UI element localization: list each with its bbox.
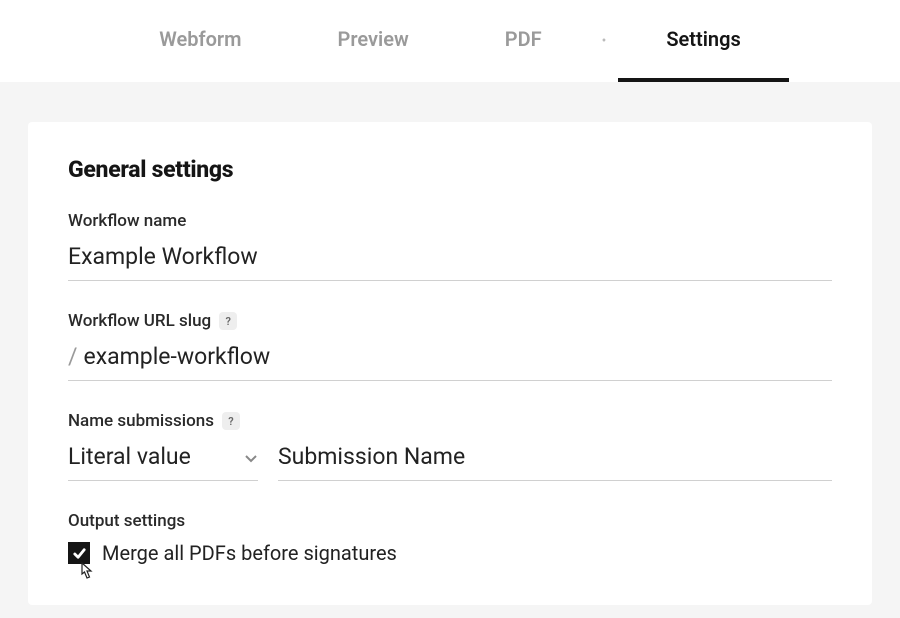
output-settings-title: Output settings — [68, 511, 832, 531]
output-settings: Output settings Merge all PDFs before si… — [68, 511, 832, 565]
workflow-slug-row: / — [68, 337, 832, 381]
workflow-name-field: Workflow name — [68, 211, 832, 281]
tab-preview[interactable]: Preview — [290, 0, 457, 82]
tab-separator: • — [590, 0, 619, 82]
workflow-name-label: Workflow name — [68, 211, 832, 231]
merge-pdfs-label: Merge all PDFs before signatures — [102, 541, 397, 565]
submission-name-input[interactable] — [278, 437, 832, 481]
name-submissions-label-text: Name submissions — [68, 411, 214, 431]
pointer-cursor-icon — [76, 561, 96, 587]
tab-pdf[interactable]: PDF — [457, 0, 590, 82]
workflow-slug-field: Workflow URL slug ? / — [68, 311, 832, 381]
select-value: Literal value — [68, 443, 191, 470]
check-icon — [72, 546, 87, 561]
workflow-slug-input[interactable] — [84, 343, 833, 370]
tabs: Webform Preview PDF • Settings — [111, 0, 789, 82]
tab-settings[interactable]: Settings — [618, 0, 788, 82]
help-icon[interactable]: ? — [219, 312, 237, 330]
workflow-name-input[interactable] — [68, 237, 832, 281]
name-submissions-field: Name submissions ? Literal value — [68, 411, 832, 481]
settings-card: General settings Workflow name Workflow … — [28, 122, 872, 605]
content-area: General settings Workflow name Workflow … — [0, 82, 900, 605]
tab-webform[interactable]: Webform — [111, 0, 289, 82]
chevron-down-icon — [244, 450, 258, 464]
name-submissions-label: Name submissions ? — [68, 411, 832, 431]
name-submissions-row: Literal value — [68, 437, 832, 481]
help-icon[interactable]: ? — [222, 412, 240, 430]
merge-pdfs-row: Merge all PDFs before signatures — [68, 541, 832, 565]
merge-pdfs-checkbox[interactable] — [68, 542, 90, 564]
workflow-slug-label: Workflow URL slug ? — [68, 311, 832, 331]
workflow-slug-label-text: Workflow URL slug — [68, 311, 211, 331]
name-submissions-select[interactable]: Literal value — [68, 437, 258, 481]
section-title: General settings — [68, 156, 832, 183]
tabs-bar: Webform Preview PDF • Settings — [0, 0, 900, 82]
slug-prefix: / — [68, 343, 78, 370]
